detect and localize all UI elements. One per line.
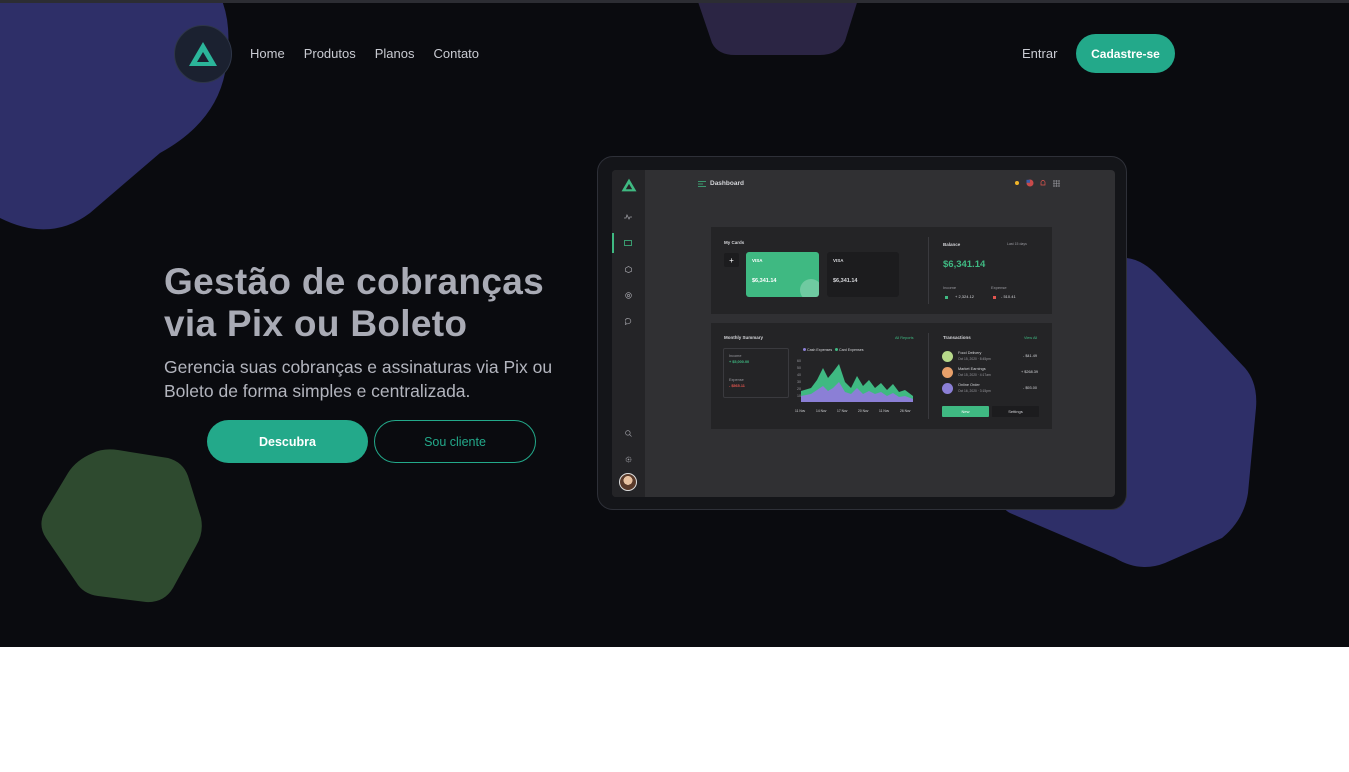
user-avatar[interactable] bbox=[619, 473, 637, 491]
dashboard-logo-icon bbox=[621, 178, 637, 197]
expense-value: - 510.41 bbox=[1001, 294, 1016, 299]
summary-income-label: Income bbox=[729, 354, 742, 358]
online-order-icon bbox=[942, 383, 953, 394]
legend-card-expenses: Card Expenses bbox=[835, 348, 864, 352]
hero-title-line-1: Gestão de cobranças bbox=[164, 261, 544, 302]
expense-label: Expense bbox=[991, 285, 1007, 290]
nav-planos-link[interactable]: Planos bbox=[375, 46, 415, 61]
dashboard-screen: Dashboard My Cards + VISA $6,341.14 VISA bbox=[612, 170, 1115, 497]
expense-marker bbox=[993, 296, 996, 299]
cards-balance-panel: My Cards + VISA $6,341.14 VISA $6,341.14… bbox=[711, 227, 1052, 314]
hero-title-line-2: via Pix ou Boleto bbox=[164, 303, 468, 344]
card2-brand: VISA bbox=[833, 258, 844, 263]
nav-home-link[interactable]: Home bbox=[250, 46, 285, 61]
balance-label: Balance bbox=[943, 242, 961, 247]
purple-blob-top bbox=[690, 3, 870, 63]
summary-income-value: + $5,000.00 bbox=[729, 360, 750, 364]
card1-brand: VISA bbox=[752, 258, 763, 263]
x-tick: 11 Nov bbox=[879, 409, 890, 413]
dashboard-tablet-mockup: Dashboard My Cards + VISA $6,341.14 VISA bbox=[597, 156, 1127, 510]
transaction-amount: - $41.49 bbox=[1023, 354, 1037, 358]
sidebar-active-indicator bbox=[612, 233, 614, 253]
x-tick: 14 Nov bbox=[816, 409, 827, 413]
triangle-logo-icon bbox=[189, 42, 217, 66]
card1-decoration bbox=[800, 279, 819, 297]
x-tick: 26 Nov bbox=[900, 409, 911, 413]
summary-stats-box: Income + $5,000.00 Expense - $565.11 bbox=[723, 348, 789, 398]
hero-section: Home Produtos Planos Contato Entrar Cada… bbox=[0, 3, 1349, 647]
x-tick: 11 Nov bbox=[795, 409, 806, 413]
panel1-divider bbox=[928, 237, 929, 304]
x-tick: 17 Nov bbox=[837, 409, 848, 413]
transaction-date: Oct 15, 2020 · 8:45pm bbox=[958, 357, 991, 361]
grid-icon[interactable] bbox=[1052, 179, 1060, 187]
activity-icon[interactable] bbox=[623, 212, 633, 222]
income-label: Income bbox=[943, 285, 957, 290]
chat-icon[interactable] bbox=[623, 316, 633, 326]
gear-icon[interactable] bbox=[623, 454, 633, 464]
all-reports-link[interactable]: All Reports bbox=[895, 336, 914, 340]
customer-button[interactable]: Sou cliente bbox=[374, 420, 536, 463]
card2-amount: $6,341.14 bbox=[833, 278, 858, 284]
box-icon[interactable] bbox=[623, 264, 633, 274]
login-link[interactable]: Entrar bbox=[1022, 46, 1057, 61]
monthly-summary-title: Monthly Summary bbox=[724, 335, 764, 340]
view-all-link[interactable]: View All bbox=[1024, 336, 1037, 340]
hero-subtitle: Gerencia suas cobranças e assinaturas vi… bbox=[164, 357, 553, 401]
legend-cash-label: Cash Expenses bbox=[807, 348, 833, 352]
balance-value: $6,341.14 bbox=[943, 259, 986, 270]
nav-contato-link[interactable]: Contato bbox=[433, 46, 479, 61]
legend-cash-expenses: Cash Expenses bbox=[803, 348, 832, 352]
hero-title: Gestão de cobranças via Pix ou Boleto bbox=[164, 261, 604, 345]
transactions-title: Transactions bbox=[943, 335, 971, 340]
credit-card-dark[interactable]: VISA $6,341.14 bbox=[827, 252, 899, 297]
settings-button[interactable]: Settings bbox=[992, 406, 1039, 417]
dashboard-header: Dashboard bbox=[698, 180, 744, 187]
dashboard-sidebar bbox=[612, 170, 645, 497]
new-transaction-button[interactable]: New bbox=[942, 406, 989, 417]
income-value: + 2,324.12 bbox=[955, 294, 975, 299]
period-select[interactable]: Last 15 days bbox=[1007, 242, 1027, 246]
search-icon[interactable] bbox=[623, 428, 633, 438]
summary-expense-label: Expense bbox=[729, 378, 744, 382]
expenses-area-chart bbox=[801, 364, 913, 402]
sun-icon[interactable] bbox=[1013, 179, 1021, 187]
legend-card-label: Card Expenses bbox=[839, 348, 864, 352]
main-nav: Home Produtos Planos Contato bbox=[250, 46, 479, 61]
add-card-button[interactable]: + bbox=[724, 253, 739, 267]
signup-button[interactable]: Cadastre-se bbox=[1076, 34, 1175, 73]
target-icon[interactable] bbox=[623, 290, 633, 300]
transaction-name: Food Delivery bbox=[958, 351, 982, 355]
discover-button[interactable]: Descubra bbox=[207, 420, 368, 463]
transaction-name: Market Earnings bbox=[958, 367, 986, 371]
dashboard-title: Dashboard bbox=[710, 180, 744, 187]
nav-produtos-link[interactable]: Produtos bbox=[304, 46, 356, 61]
bell-icon[interactable] bbox=[1039, 179, 1047, 187]
my-cards-title: My Cards bbox=[724, 240, 745, 245]
summary-transactions-panel: Monthly Summary All Reports Income + $5,… bbox=[711, 323, 1052, 429]
logo[interactable] bbox=[174, 25, 232, 83]
transaction-date: Oct 16, 2020 · 3:15pm bbox=[958, 389, 991, 393]
credit-card-green[interactable]: VISA $6,341.14 bbox=[746, 252, 819, 297]
transaction-amount: + $268.39 bbox=[1021, 370, 1038, 374]
x-tick: 20 Nov bbox=[858, 409, 869, 413]
panel2-divider bbox=[928, 333, 929, 419]
next-section bbox=[0, 647, 1349, 772]
food-delivery-icon bbox=[942, 351, 953, 362]
menu-icon[interactable] bbox=[698, 180, 706, 187]
transaction-date: Oct 15, 2020 · 4:17am bbox=[958, 373, 991, 377]
wallet-icon[interactable] bbox=[623, 238, 633, 248]
green-hexagon-blob bbox=[38, 448, 206, 608]
transaction-name: Online Order bbox=[958, 383, 980, 387]
summary-expense-value: - $565.11 bbox=[729, 384, 745, 388]
dashboard-top-icons bbox=[1013, 179, 1060, 187]
transaction-amount: - $93.00 bbox=[1023, 386, 1037, 390]
flag-icon[interactable] bbox=[1026, 179, 1034, 187]
income-marker bbox=[945, 296, 948, 299]
card1-amount: $6,341.14 bbox=[752, 278, 777, 284]
market-earnings-icon bbox=[942, 367, 953, 378]
